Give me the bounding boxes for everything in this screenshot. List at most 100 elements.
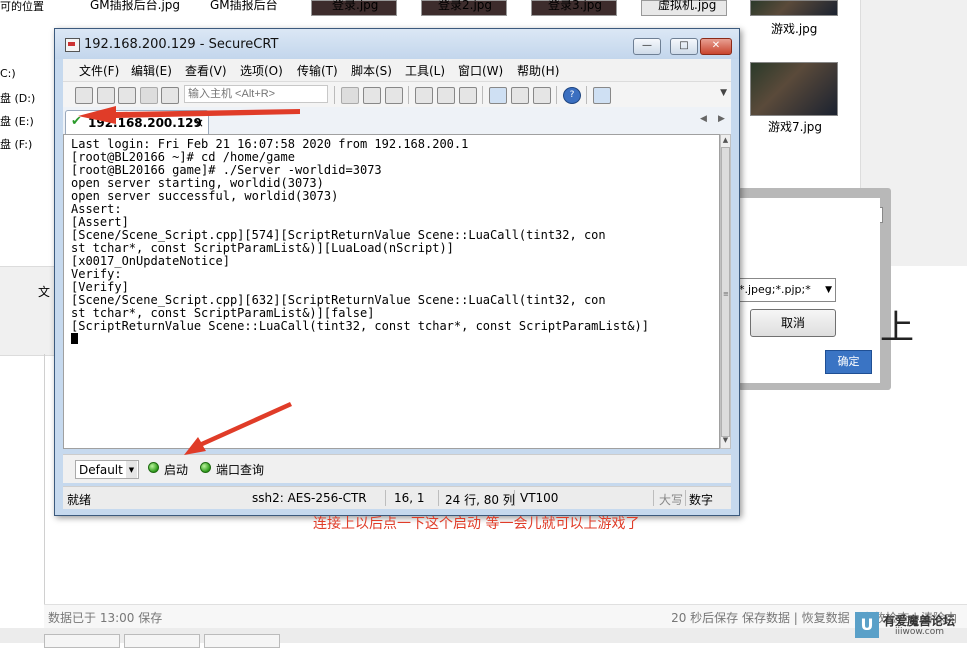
file-label[interactable]: 登录3.jpg	[548, 0, 602, 13]
terminal-line: Assert:	[71, 202, 122, 216]
menu-bar: 文件(F) 编辑(E) 查看(V) 选项(O) 传输(T) 脚本(S) 工具(L…	[63, 59, 731, 81]
file-label[interactable]: 虚拟机.jpg	[658, 0, 716, 13]
screenshot-icon[interactable]	[593, 87, 611, 104]
connect-icon[interactable]	[75, 87, 93, 104]
editor-status-bar: 数据已于 13:00 保存 20 秒后保存 保存数据 | 恢复数据 | 字数检查…	[44, 604, 967, 629]
terminal-scrollbar[interactable]: ▲ ≡ ▼	[720, 134, 731, 449]
menu-file[interactable]: 文件(F)	[79, 62, 119, 79]
session-tab-label: 192.168.200.129	[88, 116, 202, 130]
menu-view[interactable]: 查看(V)	[185, 62, 227, 79]
watermark-logo: U 有爱魔兽论坛 iiiwow.com	[855, 611, 963, 641]
background-text: 上	[880, 308, 914, 348]
connected-check-icon: ✔	[71, 114, 82, 129]
confirm-button[interactable]: 确定	[825, 350, 872, 374]
terminal-line: [ScriptReturnValue Scene::LuaCall(tint32…	[71, 319, 649, 333]
menu-options[interactable]: 选项(O)	[240, 62, 283, 79]
profile-value: Default	[79, 463, 123, 477]
print-setup-icon[interactable]	[459, 87, 477, 104]
port-query-status-icon	[200, 462, 211, 473]
autosave-status: 数据已于 13:00 保存	[48, 611, 163, 625]
terminal-line: [Verify]	[71, 280, 129, 294]
toolbar-overflow-icon[interactable]: ▼	[720, 88, 727, 98]
grip-icon: ≡	[723, 290, 729, 298]
image-thumbnail[interactable]	[750, 0, 838, 16]
nav-drive-f[interactable]: 盘 (F:)	[0, 136, 32, 152]
copy-icon[interactable]	[341, 87, 359, 104]
image-label[interactable]: 游戏7.jpg	[768, 118, 822, 135]
image-thumbnail[interactable]	[750, 62, 838, 116]
file-type-select[interactable]: *.jpeg;*.pjp;* ▼	[738, 278, 836, 302]
status-separator	[514, 490, 515, 506]
menu-edit[interactable]: 编辑(E)	[131, 62, 172, 79]
logo-url: iiiwow.com	[895, 627, 944, 637]
global-options-icon[interactable]	[511, 87, 529, 104]
file-label[interactable]: 登录.jpg	[332, 0, 378, 13]
file-label[interactable]: GM插报后台.jpg	[90, 0, 180, 13]
status-cursor-position: 16, 1	[394, 491, 425, 505]
terminal-line: [x0017_OnUpdateNotice]	[71, 254, 230, 268]
start-button[interactable]: 启动	[164, 461, 188, 478]
logo-icon: U	[855, 612, 879, 638]
file-label[interactable]: 登录2.jpg	[438, 0, 492, 13]
securecrt-window: 192.168.200.129 - SecureCRT — □ ✕ 文件(F) …	[54, 28, 740, 532]
paste-icon[interactable]	[363, 87, 381, 104]
status-separator	[653, 490, 654, 506]
quick-connect-icon[interactable]	[97, 87, 115, 104]
reconnect-icon[interactable]	[140, 87, 158, 104]
close-button[interactable]: ✕	[700, 38, 732, 55]
terminal-line: Last login: Fri Feb 21 16:07:58 2020 fro…	[71, 137, 469, 151]
maximize-button[interactable]: □	[670, 38, 698, 55]
status-bar: 就绪 ssh2: AES-256-CTR 16, 1 24 行, 80 列 VT…	[63, 486, 731, 509]
session-tab[interactable]: ✔ 192.168.200.129 ×	[65, 110, 209, 135]
session-tab-bar: ✔ 192.168.200.129 × ◀ ▶	[63, 107, 731, 135]
scroll-up-icon[interactable]: ▲	[721, 136, 730, 147]
nav-drive-c[interactable]: C:)	[0, 67, 16, 80]
print-selection-icon[interactable]	[437, 87, 455, 104]
scrollbar-thumb[interactable]: ≡	[721, 147, 730, 437]
scroll-down-icon[interactable]: ▼	[721, 436, 730, 447]
menu-transfer[interactable]: 传输(T)	[297, 62, 338, 79]
tab-next-icon[interactable]: ▶	[718, 114, 725, 124]
quick-connect-input[interactable]	[184, 85, 328, 103]
print-icon[interactable]	[415, 87, 433, 104]
disconnect-icon[interactable]	[161, 87, 179, 104]
cancel-button[interactable]: 取消	[750, 309, 836, 337]
find-icon[interactable]	[385, 87, 403, 104]
button-bar-profile-select[interactable]: Default ▼	[75, 460, 139, 479]
terminal-output: Last login: Fri Feb 21 16:07:58 2020 fro…	[71, 138, 649, 346]
help-icon[interactable]: ?	[563, 87, 581, 104]
editor-bottom-toolbar	[0, 628, 967, 648]
terminal-line: Verify:	[71, 267, 122, 281]
minimize-button[interactable]: —	[633, 38, 661, 55]
title-bar[interactable]: 192.168.200.129 - SecureCRT — □ ✕	[55, 29, 739, 59]
terminal-screen[interactable]: Last login: Fri Feb 21 16:07:58 2020 fro…	[63, 134, 720, 532]
menu-help[interactable]: 帮助(H)	[517, 62, 559, 79]
terminal-line: [root@BL20166 ~]# cd /home/game	[71, 150, 295, 164]
status-emulation: VT100	[520, 491, 559, 505]
menu-window[interactable]: 窗口(W)	[458, 62, 503, 79]
connect-tab-icon[interactable]	[118, 87, 136, 104]
toolbar: ? ▼	[63, 81, 731, 108]
nav-drive-e[interactable]: 盘 (E:)	[0, 113, 34, 129]
terminal-line: st tchar*, const ScriptParamList&)][fals…	[71, 306, 375, 320]
menu-script[interactable]: 脚本(S)	[351, 62, 392, 79]
port-query-button[interactable]: 端口查询	[216, 461, 264, 478]
menu-tools[interactable]: 工具(L)	[405, 62, 445, 79]
status-separator	[385, 490, 386, 506]
session-options-icon[interactable]	[489, 87, 507, 104]
tab-prev-icon[interactable]: ◀	[700, 114, 707, 124]
window-title: 192.168.200.129 - SecureCRT	[84, 37, 279, 52]
keymap-icon[interactable]	[533, 87, 551, 104]
editor-button[interactable]	[204, 634, 280, 648]
terminal-line: open server successful, worldid(3073)	[71, 189, 339, 203]
editor-button[interactable]	[44, 634, 120, 648]
explorer-nav-pane: 可的位置 C:) 盘 (D:) 盘 (E:) 盘 (F:)	[0, 0, 52, 270]
editor-button[interactable]	[124, 634, 200, 648]
file-label[interactable]: GM插报后台	[210, 0, 278, 13]
nav-drive-d[interactable]: 盘 (D:)	[0, 90, 35, 106]
close-tab-icon[interactable]: ×	[194, 116, 204, 130]
toolbar-separator	[482, 86, 483, 104]
terminal-line: [Scene/Scene_Script.cpp][632][ScriptRetu…	[71, 293, 606, 307]
terminal-line: st tchar*, const ScriptParamList&)][LuaL…	[71, 241, 454, 255]
image-label[interactable]: 游戏.jpg	[771, 20, 817, 37]
